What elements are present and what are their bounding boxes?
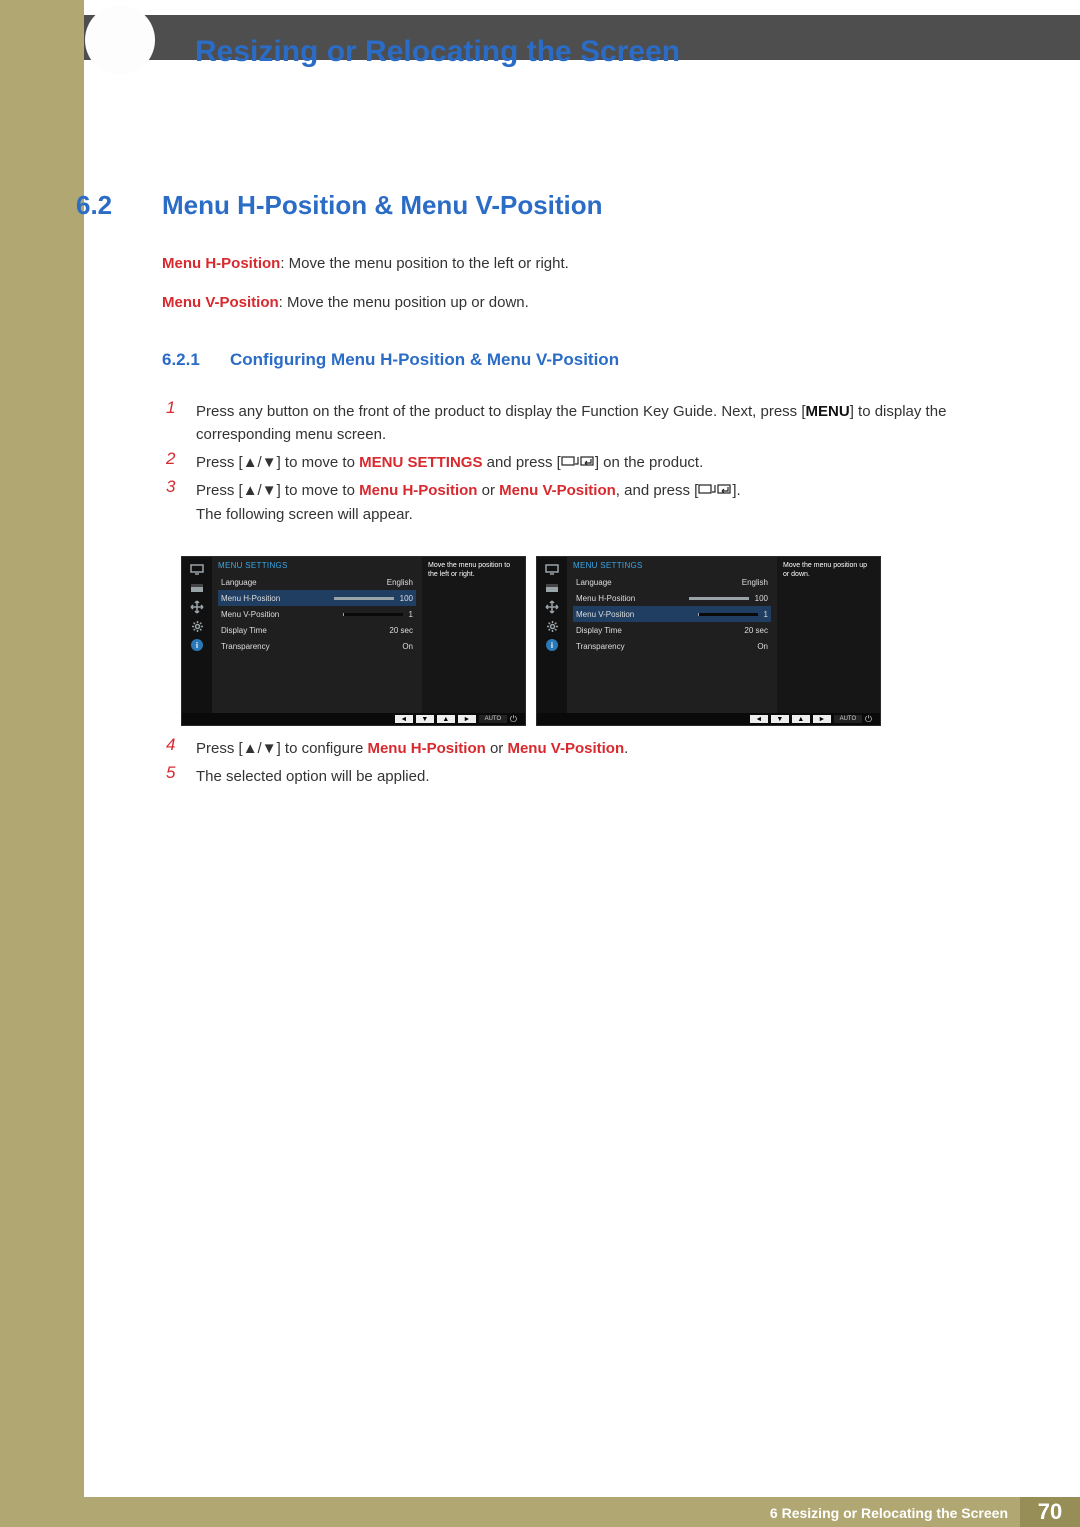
step-4-text: Press [▲/▼] to configure Menu H-Position…: [196, 737, 628, 761]
chapter-title: Resizing or Relocating the Screen: [195, 35, 680, 69]
desc-v-text: : Move the menu position up or down.: [279, 294, 529, 311]
monitor-icon: [189, 563, 205, 575]
panel-icon: [544, 582, 560, 594]
nav-down-icon: ▼: [416, 715, 434, 723]
osd-title: MENU SETTINGS: [218, 561, 416, 570]
step-5-number: 5: [166, 763, 175, 783]
move-icon: [189, 601, 205, 613]
up-down-arrow-icon: ▲/▼: [243, 451, 277, 474]
osd-row-h-position: Menu H-Position100: [218, 590, 416, 606]
monitor-icon: [544, 563, 560, 575]
up-down-arrow-icon: ▲/▼: [243, 737, 277, 760]
up-down-arrow-icon: ▲/▼: [243, 479, 277, 502]
info-icon: i: [546, 639, 558, 651]
page-number: 70: [1020, 1497, 1080, 1527]
osd-nav-bar: ◄ ▼ ▲ ► AUTO ⏻: [182, 713, 525, 725]
osd-row-transparency: TransparencyOn: [218, 638, 416, 654]
left-margin-stripe: [0, 0, 84, 1497]
osd-row-h-position: Menu H-Position100: [573, 590, 771, 606]
desc-h-position: Menu H-Position: Move the menu position …: [162, 255, 569, 272]
osd-screenshot-pair: i MENU SETTINGS LanguageEnglish Menu H-P…: [181, 556, 881, 726]
osd-hint-v: Move the menu position up or down.: [781, 559, 877, 581]
osd-nav-bar: ◄ ▼ ▲ ► AUTO ⏻: [537, 713, 880, 725]
step-4-number: 4: [166, 735, 175, 755]
step-2-text: Press [▲/▼] to move to MENU SETTINGS and…: [196, 451, 703, 475]
step-3-number: 3: [166, 477, 175, 497]
desc-v-position: Menu V-Position: Move the menu position …: [162, 294, 529, 311]
osd-row-language: LanguageEnglish: [573, 574, 771, 590]
nav-left-icon: ◄: [750, 715, 768, 723]
nav-auto-button: AUTO: [479, 715, 507, 723]
step-3-text: Press [▲/▼] to move to Menu H-Position o…: [196, 479, 741, 526]
section-title: Menu H-Position & Menu V-Position: [162, 190, 603, 221]
osd-row-display-time: Display Time20 sec: [218, 622, 416, 638]
power-icon: ⏻: [510, 714, 517, 725]
menu-label: MENU: [806, 403, 850, 420]
source-enter-icon: [698, 479, 732, 502]
subsection-number: 6.2.1: [162, 350, 200, 370]
nav-right-icon: ►: [813, 715, 831, 723]
osd-row-display-time: Display Time20 sec: [573, 622, 771, 638]
nav-up-icon: ▲: [437, 715, 455, 723]
nav-up-icon: ▲: [792, 715, 810, 723]
osd-row-v-position: Menu V-Position1: [218, 606, 416, 622]
osd-row-v-position: Menu V-Position1: [573, 606, 771, 622]
osd-v-position: i MENU SETTINGS LanguageEnglish Menu H-P…: [536, 556, 881, 726]
osd-hint-h: Move the menu position to the left or ri…: [426, 559, 522, 581]
osd-title: MENU SETTINGS: [573, 561, 771, 570]
step-1-text: Press any button on the front of the pro…: [196, 400, 966, 447]
section-number: 6.2: [76, 190, 112, 221]
source-enter-icon: [561, 451, 595, 474]
nav-auto-button: AUTO: [834, 715, 862, 723]
gear-icon: [544, 620, 560, 632]
footer-chapter-label: 6 Resizing or Relocating the Screen: [770, 1505, 1008, 1521]
power-icon: ⏻: [865, 714, 872, 725]
step-2-number: 2: [166, 449, 175, 469]
step-5-text: The selected option will be applied.: [196, 765, 429, 788]
panel-icon: [189, 582, 205, 594]
osd-h-position: i MENU SETTINGS LanguageEnglish Menu H-P…: [181, 556, 526, 726]
chapter-circle: [85, 5, 155, 75]
desc-v-label: Menu V-Position: [162, 294, 279, 311]
desc-h-label: Menu H-Position: [162, 255, 280, 272]
desc-h-text: : Move the menu position to the left or …: [280, 255, 569, 272]
info-icon: i: [191, 639, 203, 651]
nav-left-icon: ◄: [395, 715, 413, 723]
gear-icon: [189, 620, 205, 632]
nav-right-icon: ►: [458, 715, 476, 723]
osd-row-transparency: TransparencyOn: [573, 638, 771, 654]
step-1-number: 1: [166, 398, 175, 418]
nav-down-icon: ▼: [771, 715, 789, 723]
osd-row-language: LanguageEnglish: [218, 574, 416, 590]
subsection-title: Configuring Menu H-Position & Menu V-Pos…: [230, 350, 619, 370]
move-icon: [544, 601, 560, 613]
